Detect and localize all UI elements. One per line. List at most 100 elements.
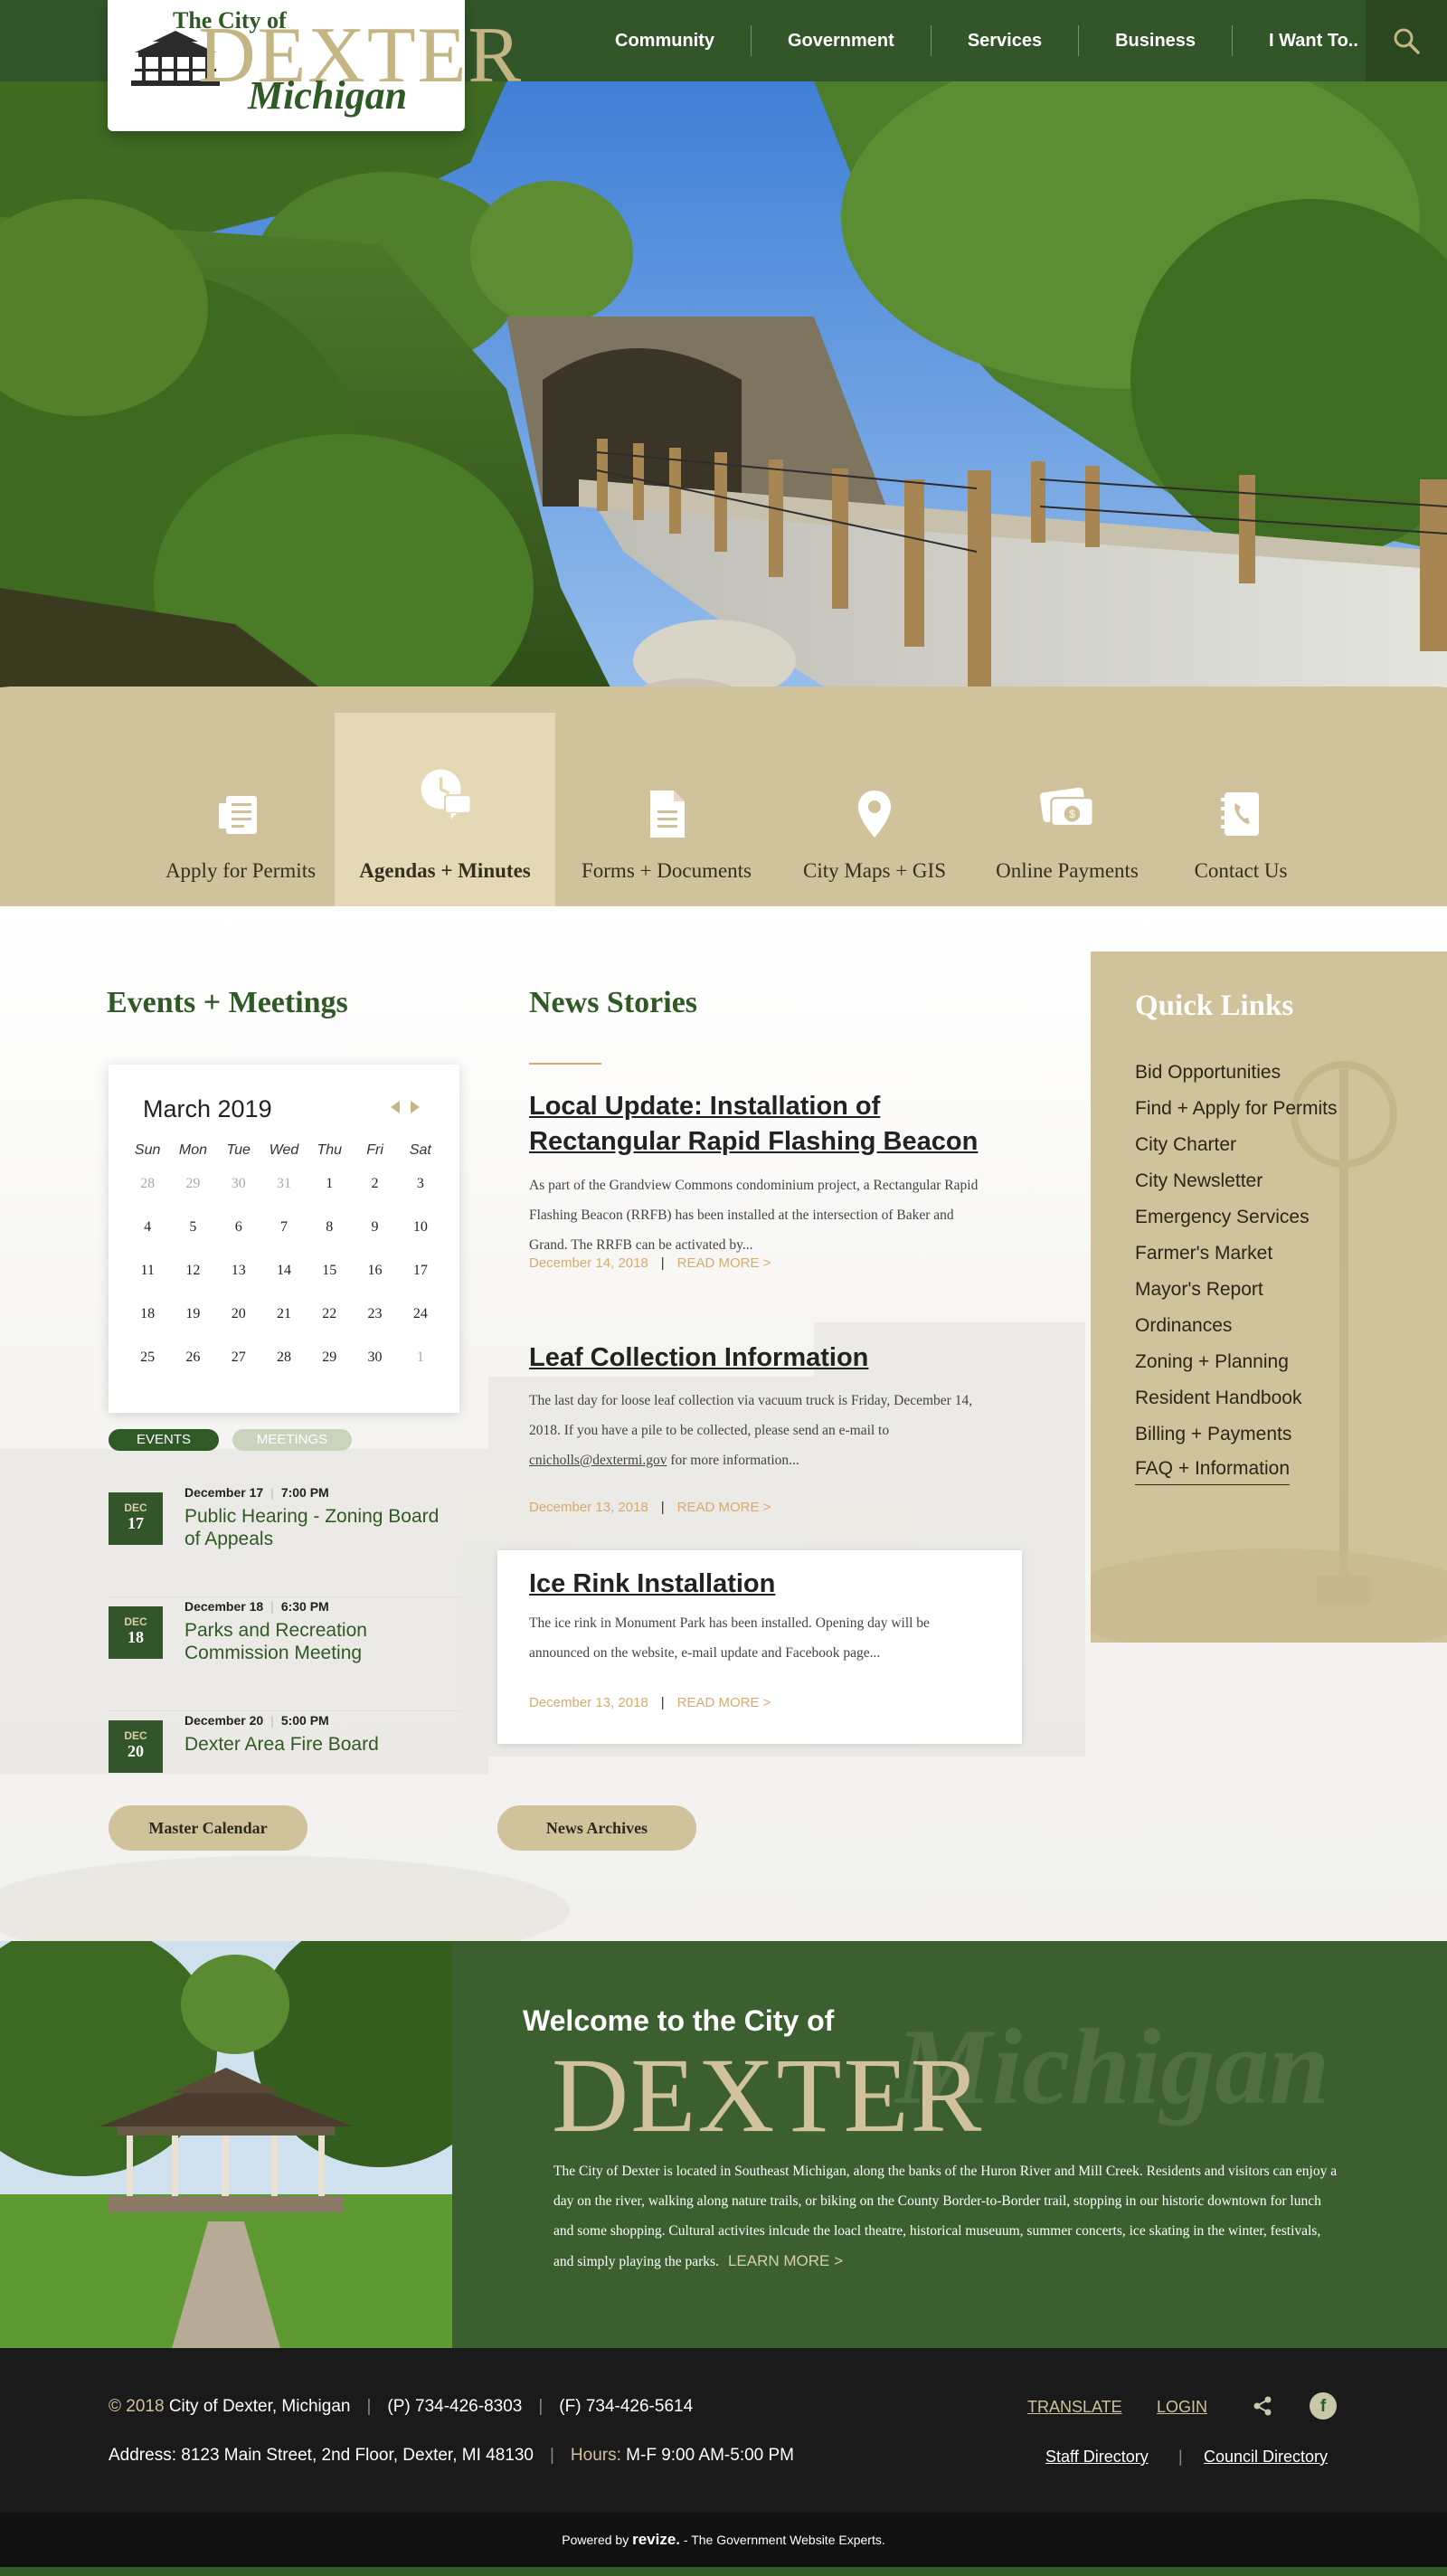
calendar-day[interactable]: 13 xyxy=(216,1263,261,1279)
tab-events[interactable]: EVENTS xyxy=(109,1429,219,1451)
event-title[interactable]: Dexter Area Fire Board xyxy=(184,1733,456,1756)
calendar-day[interactable]: 18 xyxy=(125,1306,170,1322)
calendar-day[interactable]: 8 xyxy=(307,1219,352,1236)
quick-link-emergency-services[interactable]: Emergency Services xyxy=(1135,1199,1338,1236)
event-datetime: December 17 | 7:00 PM xyxy=(184,1485,329,1500)
weekday-label: Mon xyxy=(178,1142,207,1158)
news-story-title[interactable]: Local Update: Installation of Rectangula… xyxy=(529,1089,999,1160)
bridge-photo xyxy=(0,81,1447,733)
search-button[interactable] xyxy=(1366,0,1447,81)
calendar-day[interactable]: 4 xyxy=(125,1219,170,1236)
footer-hours-label: Hours: xyxy=(570,2446,621,2465)
quick-access-agendas[interactable]: Agendas + Minutes xyxy=(335,713,555,906)
bottom-accent-strip xyxy=(0,2567,1447,2576)
quick-access-label: Apply for Permits xyxy=(165,859,317,882)
calendar-day[interactable]: 25 xyxy=(125,1350,170,1366)
quick-access-maps[interactable]: City Maps + GIS xyxy=(764,713,985,906)
nav-services[interactable]: Services xyxy=(932,25,1080,56)
calendar-day[interactable]: 31 xyxy=(261,1176,307,1192)
calendar-day[interactable]: 29 xyxy=(170,1176,215,1192)
calendar-prev-arrow-icon[interactable] xyxy=(391,1101,400,1113)
calendar-day[interactable]: 12 xyxy=(170,1263,215,1279)
event-date-badge: DEC 20 xyxy=(109,1720,163,1773)
master-calendar-button[interactable]: Master Calendar xyxy=(109,1805,307,1851)
read-more-link[interactable]: READ MORE > xyxy=(677,1500,771,1515)
calendar-day[interactable]: 21 xyxy=(261,1306,307,1322)
calendar-week: 11 12 13 14 15 16 17 xyxy=(125,1249,443,1293)
calendar-day[interactable]: 22 xyxy=(307,1306,352,1322)
main-content: Events + Meetings March 2019 Sun Mon Tue… xyxy=(0,906,1447,1941)
email-link[interactable]: cnicholls@dextermi.gov xyxy=(529,1453,667,1468)
quick-access-forms[interactable]: Forms + Documents xyxy=(556,713,777,906)
quick-access-permits[interactable]: Apply for Permits xyxy=(130,713,351,906)
calendar-day[interactable]: 5 xyxy=(170,1219,215,1236)
nav-government[interactable]: Government xyxy=(752,25,932,56)
event-badge-day: 20 xyxy=(128,1742,144,1760)
facebook-icon[interactable]: f xyxy=(1310,2392,1337,2420)
calendar-day[interactable]: 27 xyxy=(216,1350,261,1366)
event-title[interactable]: Parks and Recreation Commission Meeting xyxy=(184,1619,456,1664)
calendar-day[interactable]: 1 xyxy=(307,1176,352,1192)
calendar-day[interactable]: 1 xyxy=(398,1350,443,1366)
calendar-day[interactable]: 23 xyxy=(352,1306,397,1322)
calendar-day[interactable]: 7 xyxy=(261,1219,307,1236)
calendar-day[interactable]: 16 xyxy=(352,1263,397,1279)
nav-business[interactable]: Business xyxy=(1079,25,1234,56)
calendar-day[interactable]: 19 xyxy=(170,1306,215,1322)
read-more-link[interactable]: READ MORE > xyxy=(677,1695,771,1710)
event-item[interactable]: DEC 17 December 17 | 7:00 PM Public Hearin… xyxy=(109,1485,461,1597)
login-link[interactable]: LOGIN xyxy=(1157,2398,1207,2417)
calendar-day[interactable]: 2 xyxy=(352,1176,397,1192)
event-title[interactable]: Public Hearing - Zoning Board of Appeals xyxy=(184,1505,456,1550)
calendar-day[interactable]: 9 xyxy=(352,1219,397,1236)
event-item[interactable]: DEC 18 December 18 | 6:30 PM Parks and Rec… xyxy=(109,1599,461,1711)
read-more-link[interactable]: READ MORE > xyxy=(677,1255,771,1271)
calendar-day[interactable]: 29 xyxy=(307,1350,352,1366)
calendar-day[interactable]: 17 xyxy=(398,1263,443,1279)
calendar-day[interactable]: 14 xyxy=(261,1263,307,1279)
news-story-title[interactable]: Leaf Collection Information xyxy=(529,1340,999,1376)
footer-address-line: Address: 8123 Main Street, 2nd Floor, De… xyxy=(109,2446,795,2465)
calendar-day[interactable]: 26 xyxy=(170,1350,215,1366)
news-archives-button[interactable]: News Archives xyxy=(497,1805,696,1851)
calendar-next-arrow-icon[interactable] xyxy=(411,1101,420,1113)
learn-more-link[interactable]: LEARN MORE > xyxy=(719,2252,843,2269)
weekday-label: Thu xyxy=(317,1142,343,1158)
quick-link-mayors-report[interactable]: Mayor's Report xyxy=(1135,1272,1338,1308)
quick-link-bid-opportunities[interactable]: Bid Opportunities xyxy=(1135,1055,1338,1091)
calendar-day[interactable]: 20 xyxy=(216,1306,261,1322)
council-directory-link[interactable]: Council Directory xyxy=(1204,2448,1328,2467)
calendar-day[interactable]: 28 xyxy=(261,1350,307,1366)
calendar-day[interactable]: 6 xyxy=(216,1219,261,1236)
quick-link-faq[interactable]: FAQ + Information xyxy=(1135,1453,1290,1485)
quick-link-newsletter[interactable]: City Newsletter xyxy=(1135,1163,1338,1199)
quick-link-billing[interactable]: Billing + Payments xyxy=(1135,1416,1338,1453)
calendar-day[interactable]: 15 xyxy=(307,1263,352,1279)
staff-directory-link[interactable]: Staff Directory xyxy=(1045,2448,1149,2467)
quick-link-resident-handbook[interactable]: Resident Handbook xyxy=(1135,1380,1338,1416)
quick-link-permits[interactable]: Find + Apply for Permits xyxy=(1135,1091,1338,1127)
site-logo[interactable]: The City of DEXTER Michigan xyxy=(108,0,521,131)
calendar-day[interactable]: 30 xyxy=(216,1176,261,1192)
calendar-day[interactable]: 24 xyxy=(398,1306,443,1322)
quick-link-zoning[interactable]: Zoning + Planning xyxy=(1135,1344,1338,1380)
calendar-day[interactable]: 28 xyxy=(125,1176,170,1192)
map-pin-icon xyxy=(858,791,891,838)
translate-link[interactable]: TRANSLATE xyxy=(1027,2398,1122,2417)
weekday-label: Fri xyxy=(366,1142,383,1158)
quick-link-city-charter[interactable]: City Charter xyxy=(1135,1127,1338,1163)
revize-brand-link[interactable]: revize. xyxy=(632,2531,680,2548)
tab-meetings[interactable]: MEETINGS xyxy=(232,1429,352,1451)
weekday-label: Sun xyxy=(134,1142,161,1158)
quick-link-ordinances[interactable]: Ordinances xyxy=(1135,1308,1338,1344)
news-story-title[interactable]: Ice Rink Installation xyxy=(529,1567,999,1602)
quick-link-farmers-market[interactable]: Farmer's Market xyxy=(1135,1236,1338,1272)
share-icon[interactable] xyxy=(1252,2395,1273,2417)
quick-access-contact[interactable]: Contact Us xyxy=(1130,713,1351,906)
nav-community[interactable]: Community xyxy=(579,25,752,56)
calendar-day[interactable]: 11 xyxy=(125,1263,170,1279)
calendar-day[interactable]: 10 xyxy=(398,1219,443,1236)
news-story-body: The last day for loose leaf collection v… xyxy=(529,1386,981,1475)
calendar-day[interactable]: 3 xyxy=(398,1176,443,1192)
calendar-day[interactable]: 30 xyxy=(352,1350,397,1366)
